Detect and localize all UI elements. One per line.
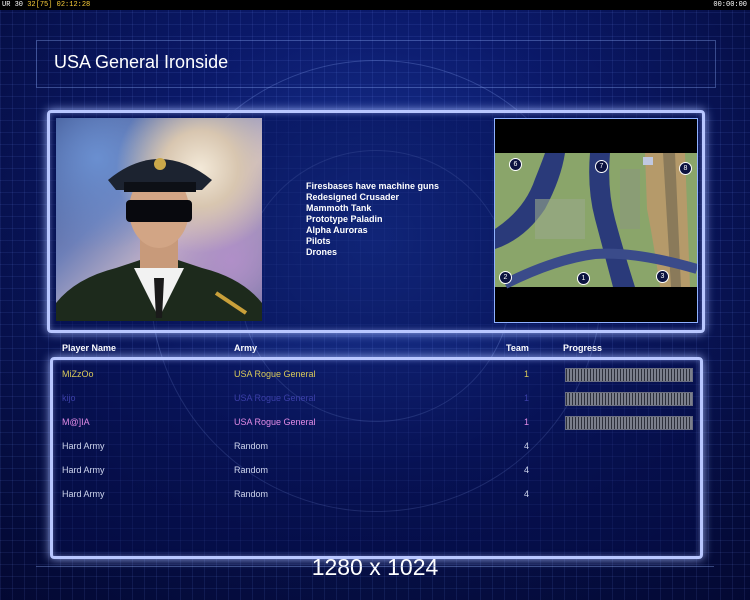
player-row: kijo USA Rogue General 1 bbox=[0, 390, 750, 408]
player-name: Hard Army bbox=[62, 441, 105, 451]
map-start-position-marker: 8 bbox=[679, 162, 692, 175]
general-features-list: Firesbases have machine guns Redesigned … bbox=[306, 181, 439, 258]
feature-item: Drones bbox=[306, 247, 338, 257]
player-progress-bar bbox=[565, 368, 693, 382]
player-progress-bar bbox=[565, 416, 693, 430]
player-row: Hard Army Random 4 bbox=[0, 486, 750, 504]
player-name: M@]IA bbox=[62, 417, 90, 427]
player-army: USA Rogue General bbox=[234, 369, 316, 379]
map-preview-image bbox=[495, 153, 697, 289]
player-army: Random bbox=[234, 489, 269, 499]
general-title: USA General Ironside bbox=[54, 52, 229, 72]
column-header-team: Team bbox=[506, 343, 529, 353]
feature-item: Pilots bbox=[306, 236, 331, 246]
player-team: 1 bbox=[524, 369, 530, 379]
player-name: MiZzOo bbox=[62, 369, 94, 379]
player-row: M@]IA USA Rogue General 1 bbox=[0, 414, 750, 432]
player-row: MiZzOo USA Rogue General 1 bbox=[0, 366, 750, 384]
column-header-army: Army bbox=[234, 343, 258, 353]
player-army: Random bbox=[234, 441, 269, 451]
feature-item: Mammoth Tank bbox=[306, 203, 372, 213]
players-panel bbox=[50, 357, 703, 559]
player-army: Random bbox=[234, 465, 269, 475]
hud-clock: 00:00:00 bbox=[713, 1, 747, 9]
hud-game-time: 02:12:28 bbox=[56, 1, 91, 9]
player-progress-bar bbox=[565, 392, 693, 406]
feature-item: Prototype Paladin bbox=[306, 214, 383, 224]
loading-screen: UR 30 32[75] 02:12:28 00:00:00 USA Gener… bbox=[0, 0, 750, 600]
map-start-position-marker: 7 bbox=[595, 160, 608, 173]
player-name: Hard Army bbox=[62, 489, 105, 499]
feature-item: Alpha Auroras bbox=[306, 225, 368, 235]
player-team: 4 bbox=[524, 465, 530, 475]
map-preview: 6 7 8 2 1 3 bbox=[494, 118, 698, 323]
map-start-position-marker: 6 bbox=[509, 158, 522, 171]
column-header-player-name: Player Name bbox=[62, 343, 117, 353]
hud-bar: UR 30 32[75] 02:12:28 00:00:00 bbox=[0, 0, 750, 10]
hud-prefix: UR 30 bbox=[2, 1, 28, 9]
player-team: 4 bbox=[524, 441, 530, 451]
map-start-position-marker: 2 bbox=[499, 271, 512, 284]
general-portrait bbox=[56, 118, 262, 321]
hud-stats: UR 30 32[75] 02:12:28 bbox=[2, 0, 90, 10]
player-name: Hard Army bbox=[62, 465, 105, 475]
player-army: USA Rogue General bbox=[234, 393, 316, 403]
player-team: 1 bbox=[524, 417, 530, 427]
hud-fps: 32[75] bbox=[27, 1, 53, 9]
player-army: USA Rogue General bbox=[234, 417, 316, 427]
feature-item: Firesbases have machine guns bbox=[306, 181, 440, 191]
general-portrait-image bbox=[56, 158, 262, 321]
player-name: kijo bbox=[62, 393, 76, 403]
column-header-progress: Progress bbox=[563, 343, 603, 353]
player-row: Hard Army Random 4 bbox=[0, 462, 750, 480]
map-start-position-marker: 1 bbox=[577, 272, 590, 285]
bottom-frame bbox=[36, 566, 714, 577]
player-team: 1 bbox=[524, 393, 530, 403]
map-start-position-marker: 3 bbox=[656, 270, 669, 283]
player-team: 4 bbox=[524, 489, 530, 499]
feature-item: Redesigned Crusader bbox=[306, 192, 400, 202]
player-row: Hard Army Random 4 bbox=[0, 438, 750, 456]
